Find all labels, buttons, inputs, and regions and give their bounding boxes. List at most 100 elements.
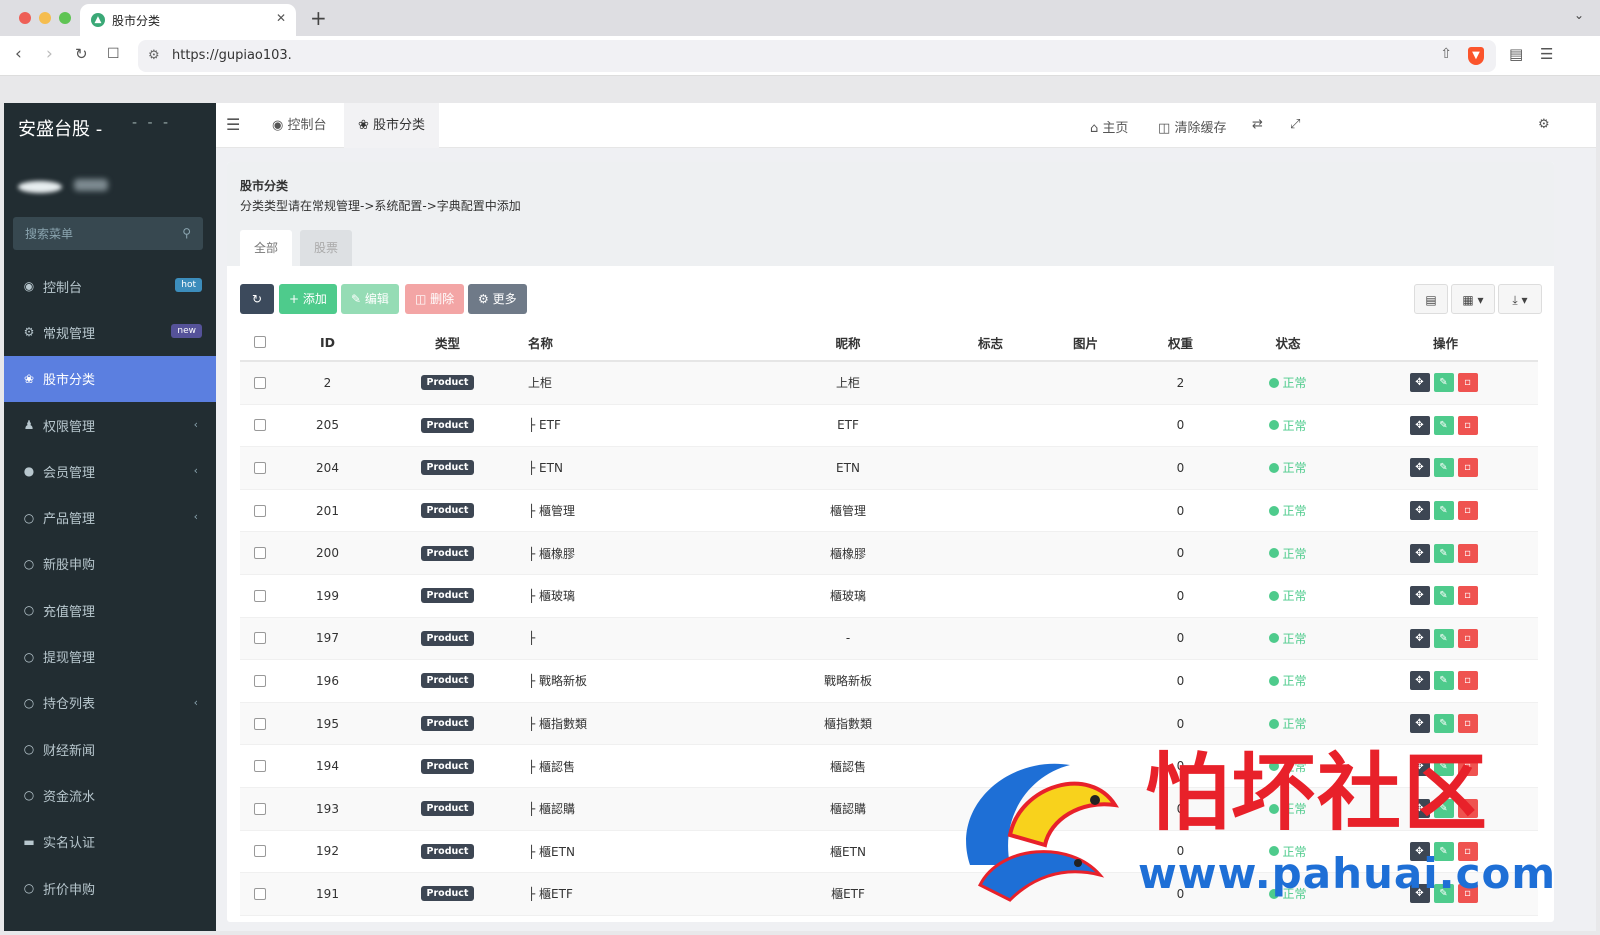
chevron-down-icon[interactable]: ⌄ xyxy=(1574,8,1584,22)
drag-button[interactable]: ✥ xyxy=(1409,841,1430,861)
hamburger-icon[interactable]: ☰ xyxy=(226,115,240,134)
tab-stocks[interactable]: 股票 xyxy=(300,230,353,266)
bookmark-icon[interactable]: ☐ xyxy=(107,46,120,62)
row-checkbox[interactable] xyxy=(254,461,266,474)
row-weight[interactable]: 0 xyxy=(1177,717,1185,731)
search-icon[interactable]: ⚲ xyxy=(182,226,191,240)
status-badge[interactable]: 正常 xyxy=(1269,374,1307,391)
sidebar-item[interactable]: ○ 折价申购 xyxy=(4,865,216,911)
sidebar-item[interactable]: ♟ 权限管理 ‹ xyxy=(4,402,216,448)
status-badge[interactable]: 正常 xyxy=(1269,417,1307,434)
status-badge[interactable]: 正常 xyxy=(1269,672,1307,689)
edit-row-button[interactable]: ✎ xyxy=(1433,714,1454,734)
row-checkbox[interactable] xyxy=(254,717,266,730)
row-checkbox[interactable] xyxy=(254,632,266,645)
edit-row-button[interactable]: ✎ xyxy=(1433,501,1454,521)
close-tab-icon[interactable]: ✕ xyxy=(276,11,286,25)
address-bar[interactable]: ⚙ https://gupiao103. ⇧ ▼ xyxy=(138,40,1496,72)
edit-row-button[interactable]: ✎ xyxy=(1433,628,1454,648)
drag-button[interactable]: ✥ xyxy=(1409,756,1430,776)
sidebar-item[interactable]: ○ 产品管理 ‹ xyxy=(4,494,216,540)
edit-row-button[interactable]: ✎ xyxy=(1433,884,1454,904)
drag-button[interactable]: ✥ xyxy=(1409,458,1430,478)
row-checkbox[interactable] xyxy=(254,589,266,602)
header-name[interactable]: 名称 xyxy=(528,324,748,360)
sidebar-item[interactable]: ○ 资金流水 xyxy=(4,772,216,818)
brand-title[interactable]: 安盛台股 - xyxy=(18,115,102,141)
toggle-view-button[interactable]: ▤ xyxy=(1414,284,1448,314)
edit-row-button[interactable]: ✎ xyxy=(1433,841,1454,861)
settings-gear-icon[interactable]: ⚙ xyxy=(1538,117,1550,132)
status-badge[interactable]: 正常 xyxy=(1269,843,1307,860)
tab-dashboard[interactable]: ◉ 控制台 xyxy=(258,103,341,148)
sidebar-item[interactable]: ○ 新股申购 xyxy=(4,541,216,587)
back-icon[interactable]: ‹ xyxy=(15,44,22,64)
header-type[interactable]: 类型 xyxy=(375,324,520,360)
row-weight[interactable]: 0 xyxy=(1177,887,1185,901)
translate-icon[interactable]: ⇄ xyxy=(1252,117,1263,132)
row-checkbox[interactable] xyxy=(254,547,266,560)
delete-row-button[interactable]: ▫ xyxy=(1457,756,1478,776)
header-id[interactable]: ID xyxy=(280,324,375,360)
sidebar-item[interactable]: ○ 充值管理 xyxy=(4,587,216,633)
drag-button[interactable]: ✥ xyxy=(1409,799,1430,819)
delete-row-button[interactable]: ▫ xyxy=(1457,543,1478,563)
sidebar-item[interactable]: ▬ 实名认证 xyxy=(4,819,216,865)
status-badge[interactable]: 正常 xyxy=(1269,502,1307,519)
row-weight[interactable]: 0 xyxy=(1177,844,1185,858)
status-badge[interactable]: 正常 xyxy=(1269,715,1307,732)
row-weight[interactable]: 0 xyxy=(1177,802,1185,816)
status-badge[interactable]: 正常 xyxy=(1269,758,1307,775)
edit-row-button[interactable]: ✎ xyxy=(1433,458,1454,478)
sidebar-item[interactable]: ○ 提现管理 xyxy=(4,633,216,679)
sidebar-item[interactable]: ○ 持仓列表 ‹ xyxy=(4,680,216,726)
status-badge[interactable]: 正常 xyxy=(1269,885,1307,902)
minimize-window-button[interactable] xyxy=(39,12,51,24)
row-weight[interactable]: 0 xyxy=(1177,589,1185,603)
tab-stock-category[interactable]: ❀ 股市分类 xyxy=(344,103,440,148)
select-all-checkbox[interactable] xyxy=(254,336,266,348)
menu-icon[interactable]: ☰ xyxy=(1540,45,1553,63)
drag-button[interactable]: ✥ xyxy=(1409,373,1430,393)
row-weight[interactable]: 0 xyxy=(1177,504,1185,518)
browser-tab[interactable]: ▲ 股市分类 ✕ xyxy=(80,4,296,36)
row-checkbox[interactable] xyxy=(254,760,266,773)
sidebar-item[interactable]: ◉ 控制台 hot xyxy=(4,263,216,309)
export-dropdown[interactable]: ⤓ ▾ xyxy=(1498,284,1542,314)
edit-row-button[interactable]: ✎ xyxy=(1433,415,1454,435)
edit-row-button[interactable]: ✎ xyxy=(1433,543,1454,563)
drag-button[interactable]: ✥ xyxy=(1409,628,1430,648)
status-badge[interactable]: 正常 xyxy=(1269,545,1307,562)
sidebar-item[interactable]: ● 会员管理 ‹ xyxy=(4,448,216,494)
delete-row-button[interactable]: ▫ xyxy=(1457,586,1478,606)
delete-row-button[interactable]: ▫ xyxy=(1457,884,1478,904)
drag-button[interactable]: ✥ xyxy=(1409,714,1430,734)
sidebar-item[interactable]: ○ 财经新闻 xyxy=(4,726,216,772)
drag-button[interactable]: ✥ xyxy=(1409,586,1430,606)
row-weight[interactable]: 0 xyxy=(1177,546,1185,560)
close-window-button[interactable] xyxy=(19,12,31,24)
share-icon[interactable]: ⇧ xyxy=(1440,46,1452,62)
row-checkbox[interactable] xyxy=(254,845,266,858)
delete-button[interactable]: ◫ 删除 xyxy=(405,284,465,314)
drag-button[interactable]: ✥ xyxy=(1409,415,1430,435)
delete-row-button[interactable]: ▫ xyxy=(1457,841,1478,861)
delete-row-button[interactable]: ▫ xyxy=(1457,799,1478,819)
delete-row-button[interactable]: ▫ xyxy=(1457,628,1478,648)
status-badge[interactable]: 正常 xyxy=(1269,800,1307,817)
row-weight[interactable]: 0 xyxy=(1177,674,1185,688)
row-checkbox[interactable] xyxy=(254,802,266,815)
new-tab-icon[interactable]: + xyxy=(310,6,327,30)
drag-button[interactable]: ✥ xyxy=(1409,884,1430,904)
header-image[interactable]: 图片 xyxy=(1033,324,1138,360)
row-checkbox[interactable] xyxy=(254,504,266,517)
delete-row-button[interactable]: ▫ xyxy=(1457,373,1478,393)
maximize-window-button[interactable] xyxy=(59,12,71,24)
header-flag[interactable]: 标志 xyxy=(948,324,1033,360)
edit-row-button[interactable]: ✎ xyxy=(1433,671,1454,691)
delete-row-button[interactable]: ▫ xyxy=(1457,415,1478,435)
status-badge[interactable]: 正常 xyxy=(1269,587,1307,604)
status-badge[interactable]: 正常 xyxy=(1269,630,1307,647)
row-weight[interactable]: 0 xyxy=(1177,418,1185,432)
header-status[interactable]: 状态 xyxy=(1223,324,1353,360)
